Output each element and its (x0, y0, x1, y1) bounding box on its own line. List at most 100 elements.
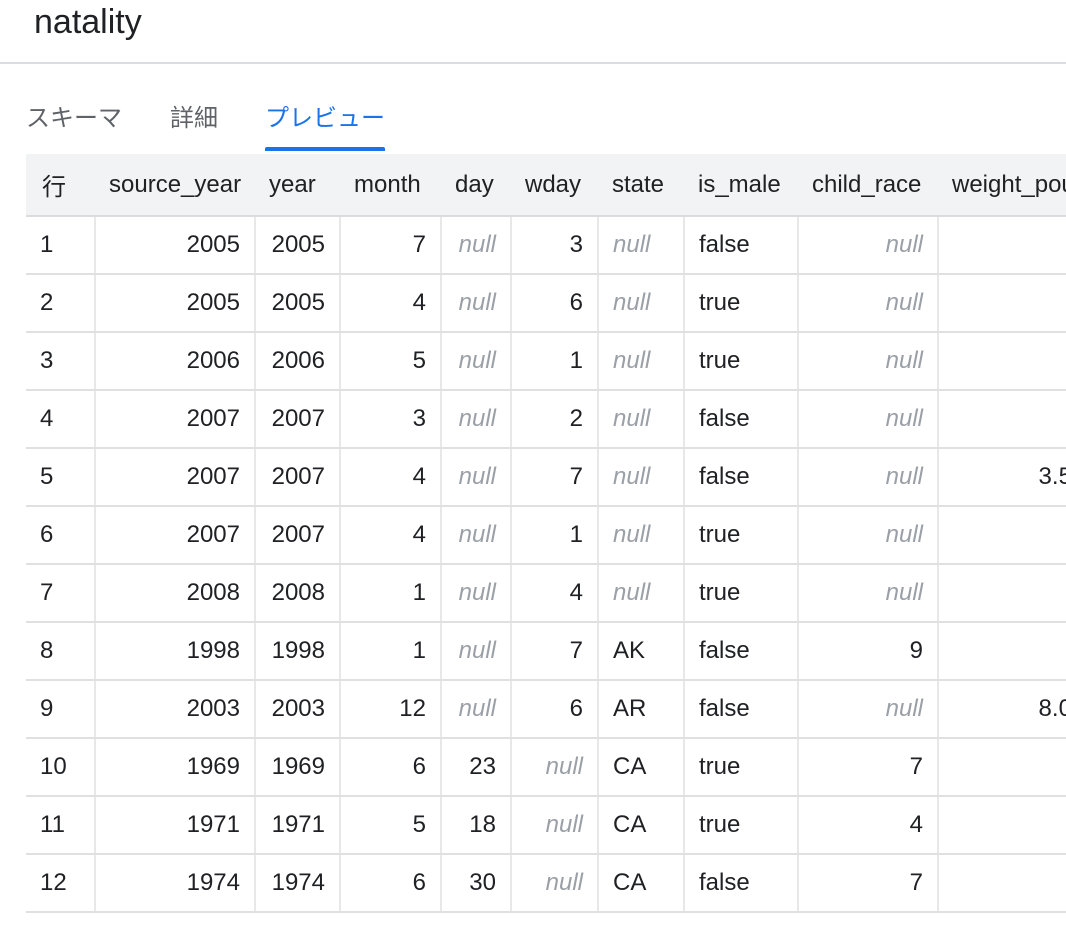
cell-state: null (597, 390, 684, 449)
cell-source_year: 2003 (94, 680, 255, 739)
cell-month: 1 (339, 622, 441, 681)
preview-table-container[interactable]: 行 source_year year month day wday state is_male… (26, 154, 1066, 934)
cell-child_race: 9 (797, 622, 938, 681)
cell-year: 2006 (254, 332, 340, 391)
cell-day: 30 (440, 854, 511, 913)
cell-state: CA (597, 738, 684, 797)
cell-month: 12 (339, 680, 441, 739)
cell-year: 1998 (254, 622, 340, 681)
cell-child_race: 4 (797, 796, 938, 855)
column-header-row-number[interactable]: 行 (26, 154, 95, 217)
cell-is_male: true (683, 332, 798, 391)
cell-weight_pounds: 8.62 (937, 216, 1066, 275)
table-row[interactable]: 1119711971518nullCAtrue410.56 (26, 796, 1066, 855)
cell-weight_pounds: 3.5604655 (937, 448, 1066, 507)
cell-state: null (597, 564, 684, 623)
cell-year: 2005 (254, 216, 340, 275)
cell-source_year: 1969 (94, 738, 255, 797)
cell-is_male: false (683, 680, 798, 739)
column-header-child_race[interactable]: child_race (798, 154, 938, 217)
cell-weight_pounds: 5.99 (937, 506, 1066, 565)
cell-year: 2007 (254, 506, 340, 565)
cell-row-number: 9 (26, 680, 95, 739)
cell-year: 2007 (254, 448, 340, 507)
cell-is_male: false (683, 216, 798, 275)
cell-row-number: 5 (26, 448, 95, 507)
table-row[interactable]: 3200620065null1nulltruenull11.06 (26, 332, 1066, 391)
cell-day: null (440, 506, 511, 565)
cell-wday: 6 (510, 274, 598, 333)
table-row[interactable]: 6200720074null1nulltruenull5.99 (26, 506, 1066, 565)
cell-month: 3 (339, 390, 441, 449)
tab-schema[interactable]: スキーマ (26, 96, 122, 152)
cell-source_year: 2005 (94, 216, 255, 275)
table-row[interactable]: 1219741974630nullCAfalse74.43 (26, 854, 1066, 913)
cell-state: null (597, 216, 684, 275)
cell-weight_pounds: 10.56 (937, 796, 1066, 855)
table-preview-page: natality スキーマ 詳細 プレビュー 行 source_year yea… (0, 0, 1066, 934)
tab-preview[interactable]: プレビュー (265, 96, 385, 152)
table-row[interactable]: 7200820081null4nulltruenull9.18 (26, 564, 1066, 623)
cell-wday: 7 (510, 622, 598, 681)
cell-year: 1971 (254, 796, 340, 855)
table-row[interactable]: 2200520054null6nulltruenull2.6 (26, 274, 1066, 333)
cell-child_race: null (797, 680, 938, 739)
preview-table: 行 source_year year month day wday state is_male… (26, 154, 1066, 913)
cell-month: 6 (339, 738, 441, 797)
cell-child_race: null (797, 390, 938, 449)
cell-weight_pounds: 4.87 (937, 622, 1066, 681)
column-header-year[interactable]: year (255, 154, 340, 217)
cell-year: 2008 (254, 564, 340, 623)
cell-child_race: 7 (797, 854, 938, 913)
table-header-row: 行 source_year year month day wday state is_male… (26, 154, 1066, 217)
column-header-month[interactable]: month (340, 154, 441, 217)
cell-month: 6 (339, 854, 441, 913)
tab-details-label: 詳細 (170, 104, 218, 132)
cell-month: 1 (339, 564, 441, 623)
cell-weight_pounds: 5.43 (937, 390, 1066, 449)
cell-weight_pounds: 9.18 (937, 564, 1066, 623)
cell-wday: 6 (510, 680, 598, 739)
table-body: 1200520057null3nullfalsenull8.6222005200… (26, 216, 1066, 913)
column-header-day[interactable]: day (441, 154, 511, 217)
cell-state: CA (597, 854, 684, 913)
column-header-is_male[interactable]: is_male (684, 154, 798, 217)
cell-is_male: true (683, 738, 798, 797)
cell-row-number: 11 (26, 796, 95, 855)
cell-day: null (440, 274, 511, 333)
cell-state: null (597, 274, 684, 333)
cell-day: null (440, 390, 511, 449)
cell-source_year: 2005 (94, 274, 255, 333)
cell-row-number: 2 (26, 274, 95, 333)
column-header-state[interactable]: state (598, 154, 684, 217)
table-row[interactable]: 5200720074null7nullfalsenull3.5604655 (26, 448, 1066, 507)
cell-is_male: true (683, 506, 798, 565)
cell-day: null (440, 332, 511, 391)
table-row[interactable]: 4200720073null2nullfalsenull5.43 (26, 390, 1066, 449)
active-tab-indicator (265, 147, 385, 151)
cell-wday: 3 (510, 216, 598, 275)
cell-child_race: null (797, 332, 938, 391)
cell-source_year: 2008 (94, 564, 255, 623)
cell-month: 5 (339, 332, 441, 391)
cell-is_male: false (683, 854, 798, 913)
cell-source_year: 2007 (94, 390, 255, 449)
table-row[interactable]: 92003200312null6ARfalsenull8.0005754 (26, 680, 1066, 739)
column-header-wday[interactable]: wday (511, 154, 598, 217)
tab-details[interactable]: 詳細 (170, 96, 218, 152)
cell-day: 18 (440, 796, 511, 855)
cell-is_male: true (683, 564, 798, 623)
cell-weight_pounds: 11.06 (937, 332, 1066, 391)
table-row[interactable]: 1019691969623nullCAtrue77.43 (26, 738, 1066, 797)
cell-year: 1969 (254, 738, 340, 797)
tab-schema-label: スキーマ (26, 104, 122, 132)
table-row[interactable]: 8199819981null7AKfalse94.87 (26, 622, 1066, 681)
column-header-weight_pounds[interactable]: weight_pounds (938, 154, 1066, 217)
cell-source_year: 1998 (94, 622, 255, 681)
cell-row-number: 3 (26, 332, 95, 391)
column-header-source_year[interactable]: source_year (95, 154, 255, 217)
cell-state: null (597, 448, 684, 507)
cell-month: 4 (339, 506, 441, 565)
table-row[interactable]: 1200520057null3nullfalsenull8.62 (26, 216, 1066, 275)
cell-wday: null (510, 738, 598, 797)
